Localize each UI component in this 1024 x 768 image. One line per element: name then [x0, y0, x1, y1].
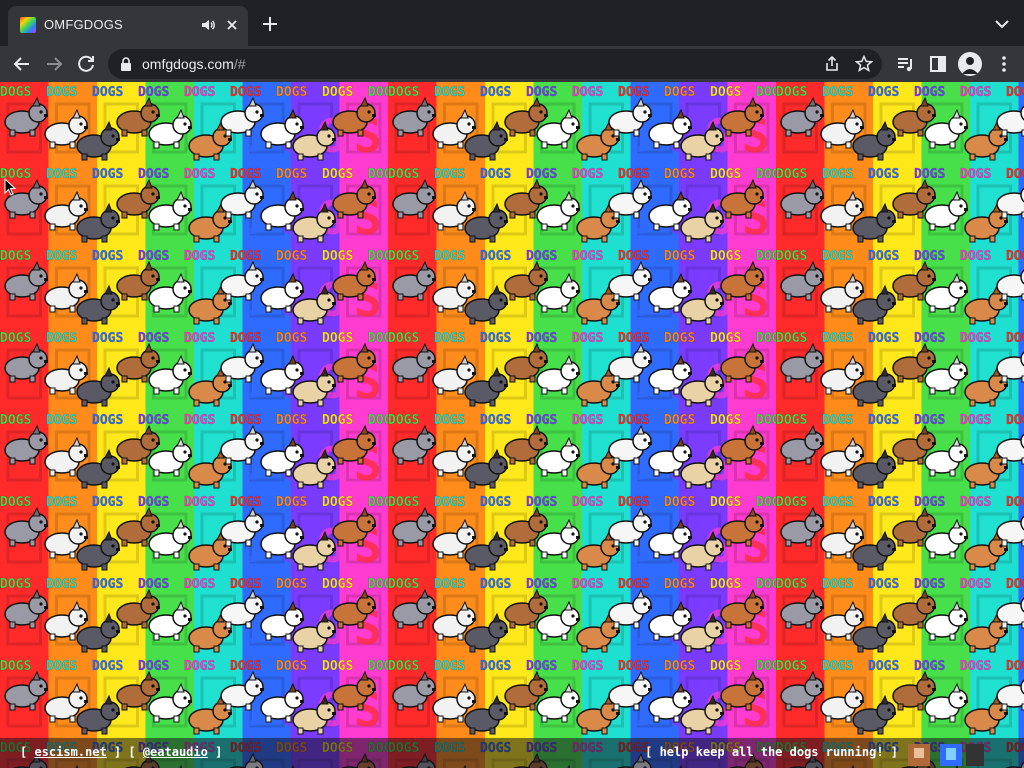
page-viewport: DOGSDOGSDOGSDOGSDOGSDOGSDOGSDOGSDOGSDOGS… — [0, 82, 1024, 768]
tab-strip: OMFGDOGS — [0, 0, 1024, 46]
tab-title: OMFGDOGS — [44, 17, 123, 32]
mouse-cursor-icon — [4, 178, 16, 196]
side-panel-icon[interactable] — [926, 52, 950, 76]
url-path: /# — [233, 56, 246, 72]
footer-thumbnail-icons — [908, 744, 984, 766]
address-bar[interactable]: omfgdogs.com/# — [108, 49, 882, 79]
speaker-icon[interactable] — [198, 15, 218, 35]
kebab-menu-icon[interactable] — [992, 52, 1016, 76]
browser-window: OMFGDOGS omfgdogs.com/# [escism.net] [… — [0, 0, 1024, 768]
rainbow-dog-favicon-icon — [20, 17, 36, 33]
url-host: omfgdogs.com — [142, 56, 234, 72]
footer-between: ] [ — [106, 745, 143, 759]
running-dogs-background: DOGSDOGSDOGSDOGSDOGSDOGSDOGSDOGSDOGSDOGS — [0, 82, 1024, 768]
url-text[interactable]: omfgdogs.com/# — [142, 56, 246, 72]
footer-open-bracket: [ — [20, 745, 35, 759]
share-icon[interactable] — [822, 54, 842, 74]
lock-icon[interactable] — [118, 56, 134, 72]
rainbow-dog-tiles — [0, 82, 1024, 768]
donate-link[interactable]: [ help keep all the dogs running! ] — [645, 745, 898, 759]
back-arrow-icon[interactable] — [8, 50, 36, 78]
star-icon[interactable] — [854, 54, 874, 74]
footer-bar: [ escism.net ] [ @eataudio ] [ help keep… — [0, 738, 1024, 768]
footer-links: [ escism.net ] [ @eataudio ] — [20, 745, 222, 759]
close-icon[interactable] — [222, 15, 242, 35]
tab-omfgdogs[interactable]: OMFGDOGS — [8, 6, 248, 46]
footer-close-bracket: ] — [207, 745, 223, 759]
browser-toolbar: omfgdogs.com/# — [0, 46, 1024, 82]
chevron-down-icon[interactable] — [990, 12, 1014, 36]
escism-link[interactable]: escism.net — [34, 745, 106, 759]
media-queue-icon[interactable] — [894, 52, 918, 76]
profile-avatar-icon[interactable] — [958, 52, 982, 76]
eataudio-link[interactable]: @eataudio — [143, 745, 208, 759]
forward-arrow-icon[interactable] — [40, 50, 68, 78]
reload-icon[interactable] — [72, 50, 100, 78]
new-tab-plus-icon[interactable] — [258, 12, 282, 36]
